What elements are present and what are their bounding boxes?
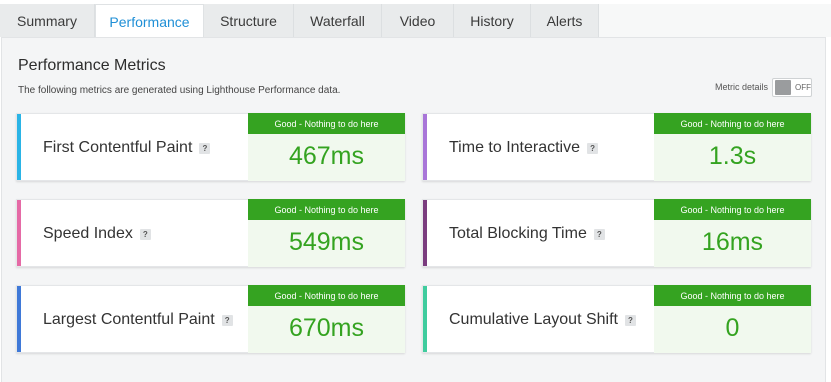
card-accent-bar (423, 200, 427, 266)
metric-card-fcp: First Contentful Paint ? Good - Nothing … (16, 113, 405, 181)
grade-label: Good - Nothing to do here (654, 285, 811, 306)
metric-card-si: Speed Index ? Good - Nothing to do here … (16, 199, 405, 267)
grade-label: Good - Nothing to do here (654, 113, 811, 134)
metric-card-tti: Time to Interactive ? Good - Nothing to … (422, 113, 811, 181)
grade-box: Good - Nothing to do here 16ms (654, 199, 811, 267)
help-icon[interactable]: ? (593, 228, 605, 240)
tab-history[interactable]: History (454, 4, 531, 37)
metric-name-label: Largest Contentful Paint (43, 311, 215, 328)
help-icon[interactable]: ? (221, 314, 233, 326)
metric-name-label: Cumulative Layout Shift (449, 311, 618, 328)
help-icon[interactable]: ? (199, 142, 211, 154)
grade-box: Good - Nothing to do here 1.3s (654, 113, 811, 181)
metric-details-label: Metric details (715, 82, 769, 92)
grade-box: Good - Nothing to do here 549ms (248, 199, 405, 267)
tab-waterfall[interactable]: Waterfall (294, 4, 382, 37)
toggle-state: OFF (795, 83, 811, 92)
grade-label: Good - Nothing to do here (248, 113, 405, 134)
grade-label: Good - Nothing to do here (248, 285, 405, 306)
card-accent-bar (17, 114, 21, 180)
help-icon[interactable]: ? (624, 314, 636, 326)
tab-summary[interactable]: Summary (0, 4, 95, 37)
metric-name-label: Speed Index (43, 225, 133, 242)
grade-label: Good - Nothing to do here (248, 199, 405, 220)
metric-details-toggle[interactable]: OFF (772, 78, 812, 97)
metric-name: Largest Contentful Paint ? (43, 286, 233, 354)
tab-alerts[interactable]: Alerts (531, 4, 599, 37)
metric-value: 1.3s (708, 142, 757, 170)
metric-card-lcp: Largest Contentful Paint ? Good - Nothin… (16, 285, 405, 353)
metric-value: 549ms (288, 228, 365, 256)
grade-box: Good - Nothing to do here 467ms (248, 113, 405, 181)
help-icon[interactable]: ? (587, 142, 599, 154)
help-icon[interactable]: ? (139, 228, 151, 240)
grade-label: Good - Nothing to do here (654, 199, 811, 220)
metric-name: Total Blocking Time ? (449, 200, 605, 268)
tab-performance[interactable]: Performance (95, 4, 204, 38)
grade-box: Good - Nothing to do here 670ms (248, 285, 405, 353)
metric-card-tbt: Total Blocking Time ? Good - Nothing to … (422, 199, 811, 267)
metric-value: 0 (725, 314, 740, 342)
metric-name-label: First Contentful Paint (43, 139, 193, 156)
card-accent-bar (17, 200, 21, 266)
tab-video[interactable]: Video (382, 4, 454, 37)
metric-card-cls: Cumulative Layout Shift ? Good - Nothing… (422, 285, 811, 353)
grade-box: Good - Nothing to do here 0 (654, 285, 811, 353)
toggle-knob (775, 80, 791, 95)
metric-value: 670ms (288, 314, 365, 342)
card-accent-bar (17, 286, 21, 352)
metric-name: First Contentful Paint ? (43, 114, 211, 182)
metric-name-label: Time to Interactive (449, 139, 581, 156)
card-accent-bar (423, 286, 427, 352)
card-accent-bar (423, 114, 427, 180)
metric-name: Cumulative Layout Shift ? (449, 286, 636, 354)
metric-name: Time to Interactive ? (449, 114, 599, 182)
performance-panel: Performance Metrics The following metric… (1, 37, 826, 382)
tab-structure[interactable]: Structure (204, 4, 294, 37)
metric-value: 467ms (288, 142, 365, 170)
tab-bar: Summary Performance Structure Waterfall … (0, 4, 599, 38)
panel-title: Performance Metrics (18, 57, 166, 74)
metric-value: 16ms (701, 228, 764, 256)
panel-description: The following metrics are generated usin… (18, 85, 341, 96)
metric-name: Speed Index ? (43, 200, 151, 268)
metric-name-label: Total Blocking Time (449, 225, 587, 242)
